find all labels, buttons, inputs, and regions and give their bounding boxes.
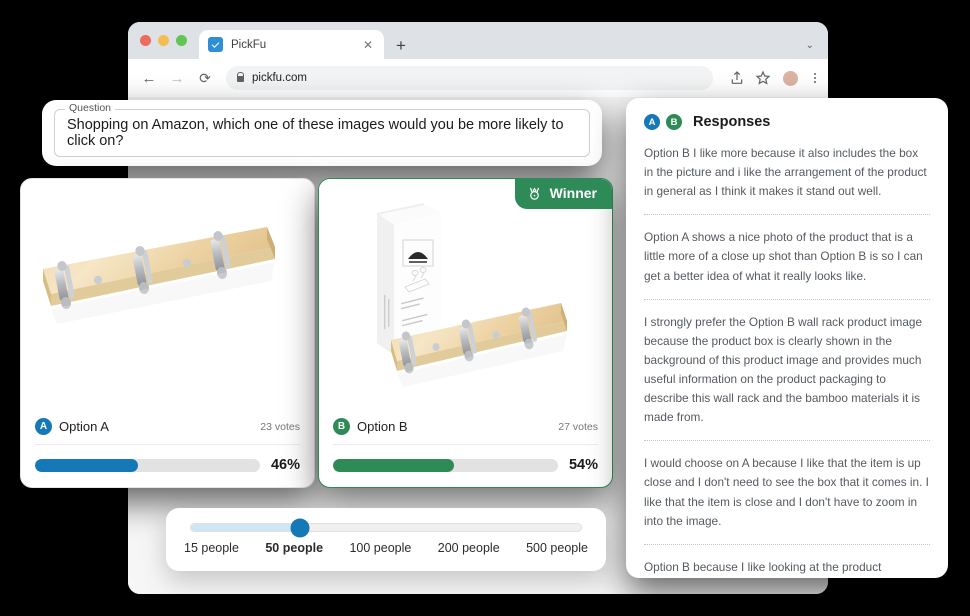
address-bar[interactable]: pickfu.com bbox=[226, 66, 713, 90]
audience-slider-option[interactable]: 500 people bbox=[526, 541, 588, 555]
responses-badge-a: A bbox=[644, 114, 660, 130]
back-button[interactable]: ← bbox=[140, 71, 158, 86]
reload-button[interactable]: ⟳ bbox=[196, 70, 214, 87]
question-card: Question Shopping on Amazon, which one o… bbox=[42, 100, 602, 166]
responses-title: Responses bbox=[693, 114, 771, 130]
overflow-menu-icon[interactable] bbox=[813, 72, 816, 84]
winner-badge-label: Winner bbox=[549, 185, 597, 201]
forward-button[interactable]: → bbox=[168, 71, 186, 86]
share-icon[interactable] bbox=[729, 70, 745, 86]
question-field-label: Question bbox=[65, 102, 116, 114]
response-item: I would choose on A because I like that … bbox=[644, 454, 930, 545]
close-tab-icon[interactable]: ✕ bbox=[361, 39, 375, 51]
option-b-progress-track bbox=[333, 458, 558, 472]
audience-slider-option[interactable]: 200 people bbox=[438, 541, 500, 555]
profile-avatar[interactable] bbox=[782, 70, 798, 86]
response-item: Option A shows a nice photo of the produ… bbox=[644, 228, 930, 300]
browser-tab-pickfu[interactable]: PickFu ✕ bbox=[199, 30, 384, 59]
response-item: Option B because I like looking at the p… bbox=[644, 558, 930, 578]
option-b-votes: 27 votes bbox=[558, 420, 598, 433]
window-traffic-lights bbox=[140, 22, 199, 59]
medal-icon bbox=[529, 186, 539, 200]
option-b-image[interactable] bbox=[319, 179, 612, 408]
new-tab-button[interactable]: + bbox=[396, 37, 406, 54]
question-input-box[interactable]: Question Shopping on Amazon, which one o… bbox=[54, 102, 590, 157]
audience-slider-track[interactable] bbox=[190, 518, 582, 537]
option-a-card[interactable]: A Option A 23 votes 46% bbox=[20, 178, 315, 488]
option-b-percent: 54% bbox=[568, 457, 598, 473]
option-a-percent: 46% bbox=[270, 457, 300, 473]
audience-slider-thumb[interactable] bbox=[290, 518, 310, 537]
option-a-image[interactable] bbox=[21, 179, 314, 408]
audience-slider-fill bbox=[191, 524, 301, 531]
response-item: Option B I like more because it also inc… bbox=[644, 144, 930, 216]
bamboo-rack-illustration-a bbox=[43, 227, 275, 324]
bookmark-star-icon[interactable] bbox=[755, 70, 771, 86]
pickfu-favicon-icon bbox=[208, 37, 223, 52]
response-item: I strongly prefer the Option B wall rack… bbox=[644, 313, 930, 442]
minimize-window-button[interactable] bbox=[158, 35, 169, 46]
audience-slider-card[interactable]: 15 people 50 people 100 people 200 people 50… bbox=[166, 508, 606, 571]
tab-title: PickFu bbox=[231, 38, 267, 51]
responses-panel[interactable]: A B Responses Option B I like more becau… bbox=[626, 98, 948, 578]
option-b-progress-fill bbox=[333, 458, 455, 472]
option-b-result-row: 54% bbox=[333, 445, 598, 473]
audience-slider-option[interactable]: 100 people bbox=[349, 541, 411, 555]
option-b-header-row: B Option B 27 votes bbox=[333, 408, 598, 445]
winner-badge: Winner bbox=[514, 179, 612, 209]
option-a-progress-track bbox=[35, 458, 260, 472]
close-window-button[interactable] bbox=[140, 35, 151, 46]
browser-tab-bar: PickFu ✕ + ⌄ bbox=[128, 22, 828, 59]
bamboo-rack-with-box-illustration-b bbox=[377, 203, 567, 387]
responses-list: Option B I like more because it also inc… bbox=[644, 144, 930, 578]
responses-badge-b: B bbox=[666, 114, 682, 130]
maximize-window-button[interactable] bbox=[176, 35, 187, 46]
question-input-value: Shopping on Amazon, which one of these i… bbox=[67, 117, 564, 149]
audience-slider-labels: 15 people 50 people 100 people 200 people 50… bbox=[184, 541, 588, 555]
option-a-badge: A bbox=[35, 418, 52, 435]
option-a-result-row: 46% bbox=[35, 445, 300, 473]
option-b-footer: B Option B 27 votes 54% bbox=[319, 408, 612, 487]
option-a-progress-fill bbox=[35, 458, 139, 472]
lock-icon bbox=[237, 72, 245, 82]
option-a-footer: A Option A 23 votes 46% bbox=[21, 408, 314, 487]
option-a-votes: 23 votes bbox=[260, 420, 300, 433]
option-b-label: Option B bbox=[357, 419, 408, 434]
option-b-card[interactable]: Winner B Option B 27 votes 54% bbox=[318, 178, 613, 488]
option-a-label: Option A bbox=[59, 419, 109, 434]
address-bar-url: pickfu.com bbox=[252, 72, 307, 84]
option-b-badge: B bbox=[333, 418, 350, 435]
audience-slider-option[interactable]: 15 people bbox=[184, 541, 239, 555]
responses-header: A B Responses bbox=[644, 114, 930, 130]
audience-slider-option[interactable]: 50 people bbox=[265, 541, 323, 555]
chevron-down-icon[interactable]: ⌄ bbox=[806, 40, 814, 51]
browser-toolbar: ← → ⟳ pickfu.com bbox=[128, 59, 828, 97]
option-a-header-row: A Option A 23 votes bbox=[35, 408, 300, 445]
